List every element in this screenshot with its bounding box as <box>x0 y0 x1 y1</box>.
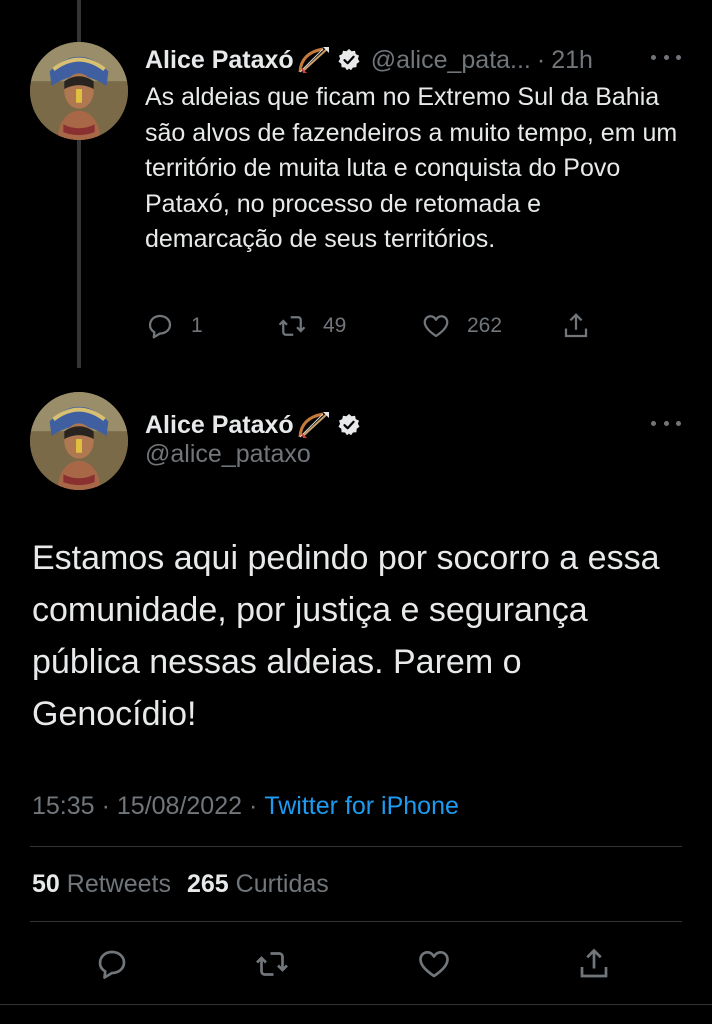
tweet-source-link[interactable]: Twitter for iPhone <box>264 792 459 821</box>
reply-icon <box>148 314 172 339</box>
like-count: 262 <box>467 314 503 337</box>
share-icon <box>564 313 588 338</box>
like-button[interactable] <box>416 942 452 986</box>
tweet-metadata: 15:35 · 15/08/2022 · Twitter for iPhone <box>32 786 459 826</box>
retweets-label: Retweets <box>66 869 171 898</box>
share-button[interactable] <box>561 306 591 346</box>
retweet-button[interactable] <box>254 942 290 986</box>
tweet-stats: 50 Retweets 265 Curtidas <box>32 864 329 904</box>
meta-separator: · <box>249 791 258 820</box>
divider <box>0 1004 712 1005</box>
author-name[interactable]: Alice Pataxó <box>145 46 294 75</box>
author-name[interactable]: Alice Pataxó <box>145 411 294 440</box>
verified-badge-icon <box>337 48 361 72</box>
more-options-icon[interactable] <box>651 52 681 62</box>
heart-icon <box>423 315 449 338</box>
tweet1-actions: 1 49 262 <box>145 306 605 346</box>
tweet2-actions <box>0 942 712 986</box>
likes-count: 265 <box>186 869 229 898</box>
retweet-icon <box>256 952 288 976</box>
likes-stat[interactable]: 265 Curtidas <box>187 870 329 899</box>
tweet1-text: As aldeias que ficam no Extremo Sul da B… <box>145 83 678 253</box>
meta-separator: · <box>101 791 110 820</box>
tweet2-header: Alice Pataxó <box>145 405 361 445</box>
tweet-date[interactable]: 15/08/2022 <box>117 792 242 821</box>
reply-icon <box>98 950 126 979</box>
reply-count: 1 <box>191 314 203 337</box>
avatar[interactable] <box>30 392 128 490</box>
divider <box>30 846 682 847</box>
time-separator: · <box>536 45 546 74</box>
likes-label: Curtidas <box>235 869 329 898</box>
retweet-count: 49 <box>323 314 347 337</box>
retweets-count: 50 <box>32 869 60 898</box>
bow-and-arrow-emoji-icon <box>297 410 331 440</box>
avatar[interactable] <box>30 42 128 140</box>
reply-button[interactable]: 1 <box>145 306 203 346</box>
tweet2-text: Estamos aqui pedindo por socorro a essa … <box>32 539 660 733</box>
more-options-icon[interactable] <box>651 418 681 428</box>
retweets-stat[interactable]: 50 Retweets <box>32 870 171 899</box>
retweet-button[interactable]: 49 <box>277 306 346 346</box>
bow-and-arrow-emoji-icon <box>297 45 331 75</box>
tweet-time[interactable]: 15:35 <box>32 792 95 821</box>
heart-icon <box>419 950 449 978</box>
author-handle[interactable]: @alice_pata... <box>371 46 531 75</box>
divider <box>30 921 682 922</box>
tweet-time[interactable]: 21h <box>551 46 593 75</box>
author-handle[interactable]: @alice_pataxo <box>145 440 311 469</box>
avatar-image <box>30 392 128 490</box>
share-icon <box>580 948 608 978</box>
like-button[interactable]: 262 <box>421 306 502 346</box>
avatar-image <box>30 42 128 140</box>
verified-badge-icon <box>337 413 361 437</box>
reply-button[interactable] <box>94 942 130 986</box>
retweet-icon <box>278 316 306 336</box>
tweet1-header: Alice Pataxó @alice_pata... · 21h <box>145 40 593 80</box>
share-button[interactable] <box>576 942 612 986</box>
